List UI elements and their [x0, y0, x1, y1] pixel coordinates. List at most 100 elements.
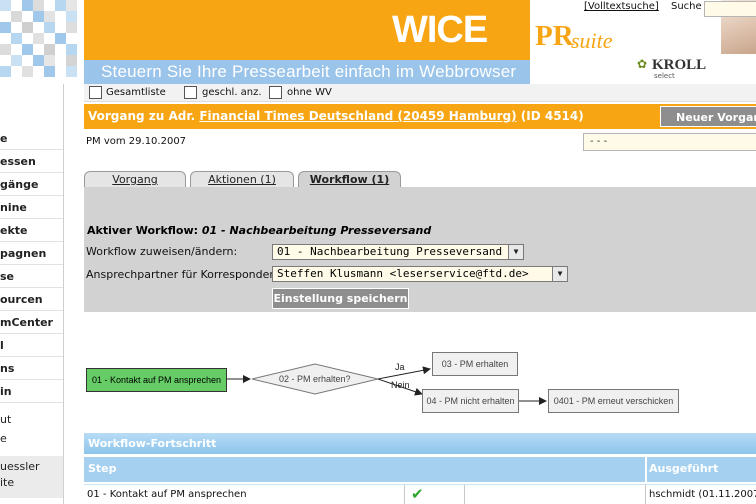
- gesamtliste-checkbox[interactable]: [89, 86, 102, 99]
- executed-cell: hschmidt (01.11.2007: [649, 489, 756, 500]
- decor-square: [66, 55, 77, 66]
- record-title-bar: Vorgang zu Adr. Financial Times Deutschl…: [84, 104, 756, 129]
- decor-square: [33, 66, 44, 77]
- decor-square: [33, 0, 44, 11]
- suite-logo: suite: [571, 28, 613, 53]
- nav-link[interactable]: e: [0, 428, 63, 450]
- contact-select-value: Steffen Klusmann <leserservice@ftd.de>: [277, 267, 529, 280]
- table-row: 01 - Kontakt auf PM ansprechen ✔ hschmid…: [84, 484, 756, 504]
- search-input[interactable]: [704, 1, 756, 17]
- left-navigation: e essen gänge nine ekte pagnen se ourcen…: [0, 84, 64, 504]
- active-workflow-heading: Aktiver Workflow: 01 - Nachbearbeitung P…: [87, 224, 431, 237]
- decor-square: [55, 55, 66, 66]
- workflow-progress-heading: Workflow-Fortschritt: [84, 433, 756, 454]
- user-name: uessler: [0, 460, 40, 473]
- nav-item[interactable]: ns: [0, 358, 63, 380]
- decor-square: [55, 66, 66, 77]
- decor-square: [0, 44, 11, 55]
- tab-label: Workflow (1): [309, 173, 390, 186]
- workflow-assign-label: Workflow zuweisen/ändern:: [86, 245, 238, 258]
- chevron-down-icon[interactable]: ▼: [508, 245, 523, 259]
- decor-square: [33, 44, 44, 55]
- column-step: Step: [88, 462, 117, 475]
- decor-square: [44, 44, 55, 55]
- nav-item[interactable]: gänge: [0, 174, 63, 196]
- decor-square: [22, 0, 33, 11]
- tab-workflow[interactable]: Workflow (1): [298, 171, 401, 188]
- pm-field[interactable]: - - -: [583, 133, 756, 151]
- decor-square: [11, 11, 22, 22]
- active-workflow-value: 01 - Nachbearbeitung Presseversand: [201, 224, 432, 237]
- save-settings-button[interactable]: Einstellung speichern: [272, 288, 409, 309]
- nav-item[interactable]: l: [0, 335, 63, 357]
- decor-square: [11, 44, 22, 55]
- decor-square: [0, 0, 11, 11]
- decor-square: [44, 66, 55, 77]
- nav-item[interactable]: e: [0, 128, 63, 150]
- workflow-step-yes[interactable]: 03 - PM erhalten: [432, 352, 518, 376]
- decor-square: [33, 22, 44, 33]
- address-link[interactable]: Financial Times Deutschland (20459 Hambu…: [199, 109, 516, 123]
- nav-item[interactable]: ourcen: [0, 289, 63, 311]
- decor-square: [55, 0, 66, 11]
- decor-square: [55, 11, 66, 22]
- user-box: uessler ite: [0, 456, 63, 498]
- decor-square: [11, 66, 22, 77]
- contact-select[interactable]: Steffen Klusmann <leserservice@ftd.de> ▼: [272, 266, 568, 282]
- decor-square: [66, 22, 77, 33]
- nav-item[interactable]: mCenter: [0, 312, 63, 334]
- decor-square: [22, 33, 33, 44]
- nav-item[interactable]: ekte: [0, 220, 63, 242]
- kroll-emblem-icon: ✿: [637, 57, 648, 71]
- ohne-wv-checkbox[interactable]: [269, 86, 282, 99]
- nav-item[interactable]: pagnen: [0, 243, 63, 265]
- decor-square: [22, 44, 33, 55]
- tab-vorgang[interactable]: Vorgang: [84, 171, 186, 188]
- user-link[interactable]: ite: [0, 476, 14, 489]
- nav-item[interactable]: se: [0, 266, 63, 288]
- decor-square: [33, 33, 44, 44]
- decor-square: [22, 66, 33, 77]
- workflow-step-followup[interactable]: 0401 - PM erneut verschicken: [548, 389, 679, 413]
- cell-divider: [464, 485, 465, 504]
- decor-square: [11, 33, 22, 44]
- volltextsuche-link[interactable]: [Volltextsuche]: [584, 1, 659, 12]
- decor-square: [44, 55, 55, 66]
- page-title: Vorgang zu Adr. Financial Times Deutschl…: [88, 109, 584, 123]
- decor-square: [44, 0, 55, 11]
- decor-square: [22, 55, 33, 66]
- tab-aktionen[interactable]: Aktionen (1): [190, 171, 294, 188]
- decor-square: [66, 11, 77, 22]
- workflow-diagram: 01 - Kontakt auf PM ansprechen 02 - PM e…: [84, 312, 756, 434]
- nav-item[interactable]: in: [0, 381, 63, 403]
- decor-square: [0, 11, 11, 22]
- workflow-settings-panel: Aktiver Workflow: 01 - Nachbearbeitung P…: [84, 187, 756, 312]
- decor-square: [66, 66, 77, 77]
- workflow-step-start[interactable]: 01 - Kontakt auf PM ansprechen: [86, 368, 227, 392]
- ohne-wv-label: ohne WV: [287, 87, 332, 98]
- cell-divider: [645, 485, 646, 504]
- decor-square: [0, 33, 11, 44]
- decor-square: [55, 44, 66, 55]
- geschl-checkbox[interactable]: [184, 86, 197, 99]
- app-banner: WICE Steuern Sie Ihre Pressearbeit einfa…: [0, 0, 756, 84]
- decor-square: [0, 22, 11, 33]
- decor-square: [66, 0, 77, 11]
- record-id: (ID 4514): [520, 109, 584, 123]
- progress-table-header: Step Ausgeführt: [84, 457, 756, 482]
- decor-square: [22, 11, 33, 22]
- decor-square: [44, 22, 55, 33]
- workflow-decision[interactable]: 02 - PM erhalten?: [279, 374, 351, 384]
- workflow-step-no[interactable]: 04 - PM nicht erhalten: [422, 389, 519, 413]
- nav-item[interactable]: essen: [0, 151, 63, 173]
- cell-divider: [404, 485, 405, 504]
- tab-label: Aktionen (1): [208, 173, 276, 186]
- nav-item[interactable]: nine: [0, 197, 63, 219]
- banner-tagline: Steuern Sie Ihre Pressearbeit einfach im…: [101, 62, 517, 81]
- decor-square: [33, 11, 44, 22]
- wice-logo: WICE: [392, 9, 488, 51]
- chevron-down-icon[interactable]: ▼: [552, 267, 567, 281]
- decor-square: [44, 11, 55, 22]
- new-record-button[interactable]: Neuer Vorgang: [660, 106, 756, 127]
- workflow-select[interactable]: 01 - Nachbearbeitung Presseversand ▼: [272, 244, 524, 260]
